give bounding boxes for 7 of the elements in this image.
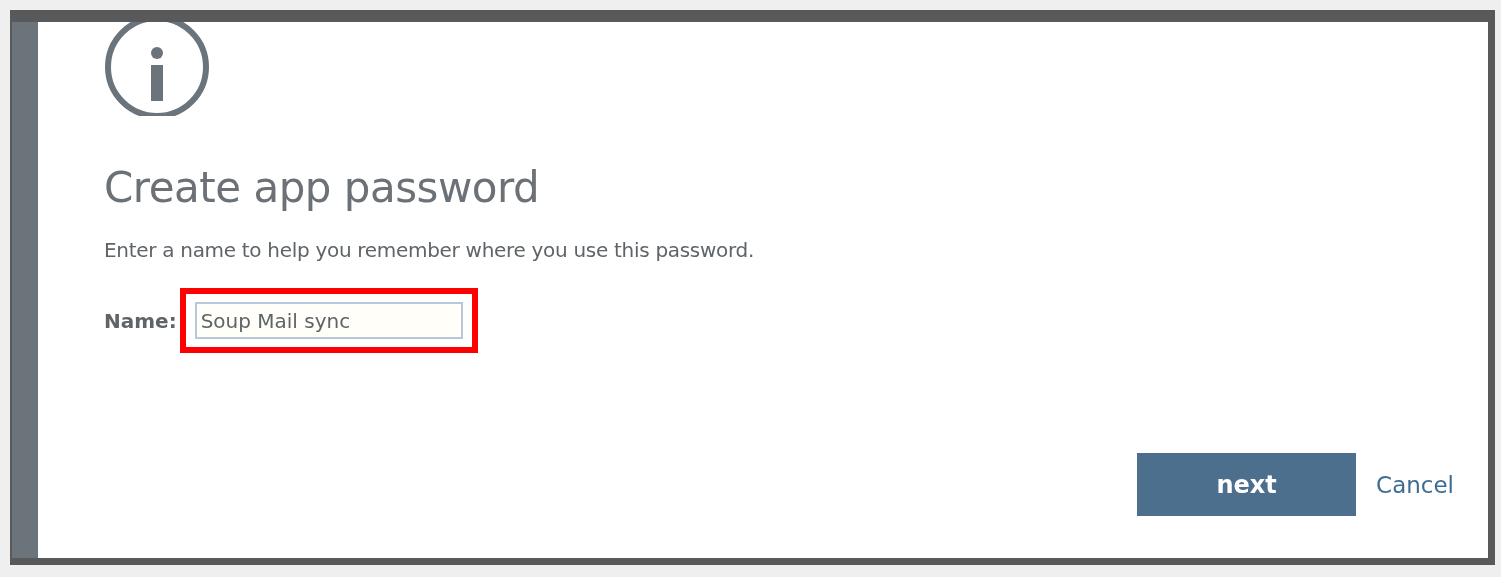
name-label: Name: <box>104 308 177 333</box>
dialog-description: Enter a name to help you remember where you use this password. <box>104 237 755 264</box>
cancel-link[interactable]: Cancel <box>1376 471 1454 498</box>
next-button[interactable]: next <box>1137 453 1357 516</box>
name-input-field[interactable]: Soup Mail sync <box>194 302 463 339</box>
dialog-title: Create app password <box>104 162 541 214</box>
info-icon <box>104 22 210 116</box>
